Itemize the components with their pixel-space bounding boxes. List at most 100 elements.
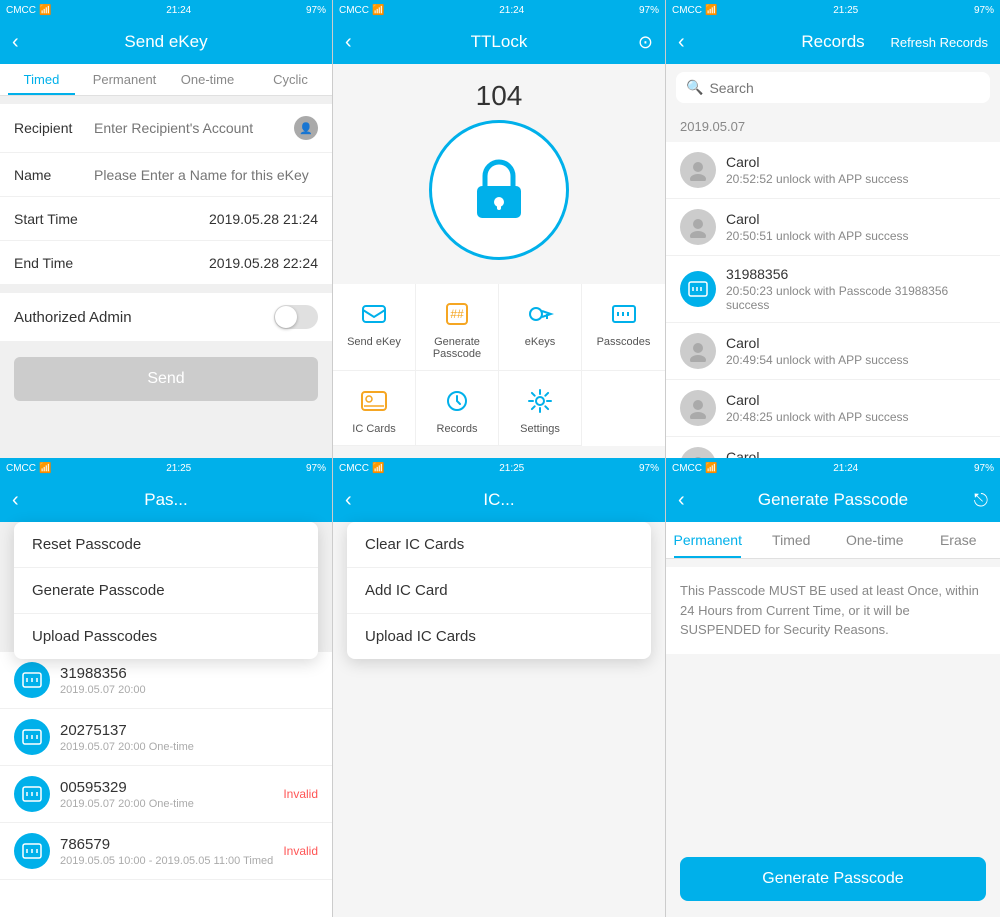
- send-ekey-screen: CMCC 📶 21:24 97% ‹ Send eKey Timed Perma…: [0, 0, 333, 458]
- ic-cards-screen: CMCC 📶 21:25 97% ‹ IC... Clear IC Cards …: [333, 458, 666, 917]
- record-name-2: Carol: [726, 211, 986, 227]
- passcode-icon-2: [14, 719, 50, 755]
- nav-title-2: TTLock: [471, 32, 528, 52]
- wifi-icon-4: 📶: [39, 463, 51, 474]
- passcode-icon-3: [14, 776, 50, 812]
- send-button[interactable]: Send: [14, 357, 318, 401]
- wifi-icon-3: 📶: [705, 5, 717, 16]
- passcode-icon-1: [14, 662, 50, 698]
- back-button-6[interactable]: ‹: [678, 489, 685, 512]
- name-input[interactable]: [94, 167, 318, 183]
- authorized-label: Authorized Admin: [14, 309, 274, 326]
- back-button-3[interactable]: ‹: [678, 31, 685, 54]
- back-button-2[interactable]: ‹: [345, 31, 352, 54]
- reset-passcode-item[interactable]: Reset Passcode: [14, 522, 318, 568]
- authorized-toggle[interactable]: [274, 305, 318, 329]
- profile-icon[interactable]: ⊙: [638, 32, 653, 53]
- menu-generate-passcode[interactable]: ## Generate Passcode: [416, 284, 499, 371]
- back-button-1[interactable]: ‹: [12, 31, 19, 54]
- record-avatar-2: [680, 209, 716, 245]
- menu-grid: Send eKey ## Generate Passcode eKeys Pas…: [333, 284, 665, 446]
- record-name-4: Carol: [726, 335, 986, 351]
- passcode-item-3: 00595329 2019.05.07 20:00 One-time Inval…: [0, 766, 332, 823]
- menu-ic-cards[interactable]: IC Cards: [333, 371, 416, 446]
- nav-bar-4: ‹ Pas...: [0, 478, 332, 522]
- generate-passcode-item[interactable]: Generate Passcode: [14, 568, 318, 614]
- share-icon[interactable]: ⎋: [974, 490, 988, 511]
- nav-bar-3: ‹ Records Refresh Records: [666, 20, 1000, 64]
- recipient-input[interactable]: [94, 120, 288, 136]
- records-icon: [441, 385, 473, 417]
- lock-circle: [429, 120, 569, 260]
- tab-one-time[interactable]: One-time: [166, 64, 249, 95]
- generate-passcode-button[interactable]: Generate Passcode: [680, 857, 986, 901]
- record-info-5: Carol 20:48:25 unlock with APP success: [726, 392, 986, 424]
- record-item-5: Carol 20:48:25 unlock with APP success: [666, 380, 1000, 437]
- back-button-5[interactable]: ‹: [345, 489, 352, 512]
- battery-5: 97%: [639, 463, 659, 474]
- record-avatar-5: [680, 390, 716, 426]
- passcode-code-4: 786579: [60, 836, 273, 853]
- generate-passcode-icon: ##: [441, 298, 473, 330]
- search-input[interactable]: [709, 80, 980, 96]
- svg-text:##: ##: [450, 307, 464, 321]
- tab-cyclic[interactable]: Cyclic: [249, 64, 332, 95]
- wifi-icon-6: 📶: [705, 463, 717, 474]
- menu-send-ekey[interactable]: Send eKey: [333, 284, 416, 371]
- upload-passcodes-item[interactable]: Upload Passcodes: [14, 614, 318, 659]
- gen-tab-erase[interactable]: Erase: [917, 522, 1000, 558]
- record-desc-5: 20:48:25 unlock with APP success: [726, 410, 986, 424]
- passcode-meta-4: 2019.05.05 10:00 - 2019.05.05 11:00 Time…: [60, 855, 273, 867]
- end-value: 2019.05.28 22:24: [94, 255, 318, 271]
- gen-tabs: Permanent Timed One-time Erase: [666, 522, 1000, 559]
- record-item-2: Carol 20:50:51 unlock with APP success: [666, 199, 1000, 256]
- passcode-details-2: 20275137 2019.05.07 20:00 One-time: [60, 722, 318, 753]
- upload-ic-cards-item[interactable]: Upload IC Cards: [347, 614, 651, 659]
- menu-passcodes-label: Passcodes: [597, 336, 651, 348]
- carrier-2: CMCC: [339, 5, 369, 16]
- passcode-details-1: 31988356 2019.05.07 20:00: [60, 665, 318, 696]
- wifi-icon: 📶: [39, 5, 51, 16]
- record-avatar-1: [680, 152, 716, 188]
- passcodes-icon: [608, 298, 640, 330]
- record-item-3: 31988356 20:50:23 unlock with Passcode 3…: [666, 256, 1000, 323]
- gen-tab-one-time[interactable]: One-time: [833, 522, 917, 558]
- tab-timed[interactable]: Timed: [0, 64, 83, 95]
- carrier-3: CMCC: [672, 5, 702, 16]
- menu-ic-cards-label: IC Cards: [352, 423, 395, 435]
- battery-3: 97%: [974, 5, 994, 16]
- carrier-6: CMCC: [672, 463, 702, 474]
- menu-ekeys[interactable]: eKeys: [499, 284, 582, 371]
- menu-settings-label: Settings: [520, 423, 560, 435]
- tabs-row-1: Timed Permanent One-time Cyclic: [0, 64, 332, 96]
- nav-title-1: Send eKey: [124, 32, 207, 52]
- gen-notice: This Passcode MUST BE used at least Once…: [666, 567, 1000, 654]
- passcode-list: 31988356 2019.05.07 20:00 20275137 2019.…: [0, 652, 332, 917]
- tab-permanent[interactable]: Permanent: [83, 64, 166, 95]
- menu-send-ekey-label: Send eKey: [347, 336, 401, 348]
- back-button-4[interactable]: ‹: [12, 489, 19, 512]
- clear-ic-cards-item[interactable]: Clear IC Cards: [347, 522, 651, 568]
- record-item: Carol 20:52:52 unlock with APP success: [666, 142, 1000, 199]
- gen-tab-permanent[interactable]: Permanent: [666, 522, 750, 558]
- menu-settings[interactable]: Settings: [499, 371, 582, 446]
- battery-2: 97%: [639, 5, 659, 16]
- recipient-row: Recipient 👤: [0, 104, 332, 153]
- add-ic-card-item[interactable]: Add IC Card: [347, 568, 651, 614]
- passcode-item-2: 20275137 2019.05.07 20:00 One-time: [0, 709, 332, 766]
- carrier-5: CMCC: [339, 463, 369, 474]
- record-desc-4: 20:49:54 unlock with APP success: [726, 353, 986, 367]
- record-name-1: Carol: [726, 154, 986, 170]
- battery-4: 97%: [306, 463, 326, 474]
- ic-cards-icon: [358, 385, 390, 417]
- gen-tab-timed[interactable]: Timed: [750, 522, 834, 558]
- time-5: 21:25: [499, 463, 524, 474]
- name-row: Name: [0, 153, 332, 197]
- refresh-records-button[interactable]: Refresh Records: [890, 35, 988, 50]
- status-bar-2: CMCC 📶 21:24 97%: [333, 0, 665, 20]
- record-avatar-6: [680, 447, 716, 458]
- menu-records[interactable]: Records: [416, 371, 499, 446]
- record-name-5: Carol: [726, 392, 986, 408]
- menu-passcodes[interactable]: Passcodes: [582, 284, 665, 371]
- menu-ekeys-label: eKeys: [525, 336, 556, 348]
